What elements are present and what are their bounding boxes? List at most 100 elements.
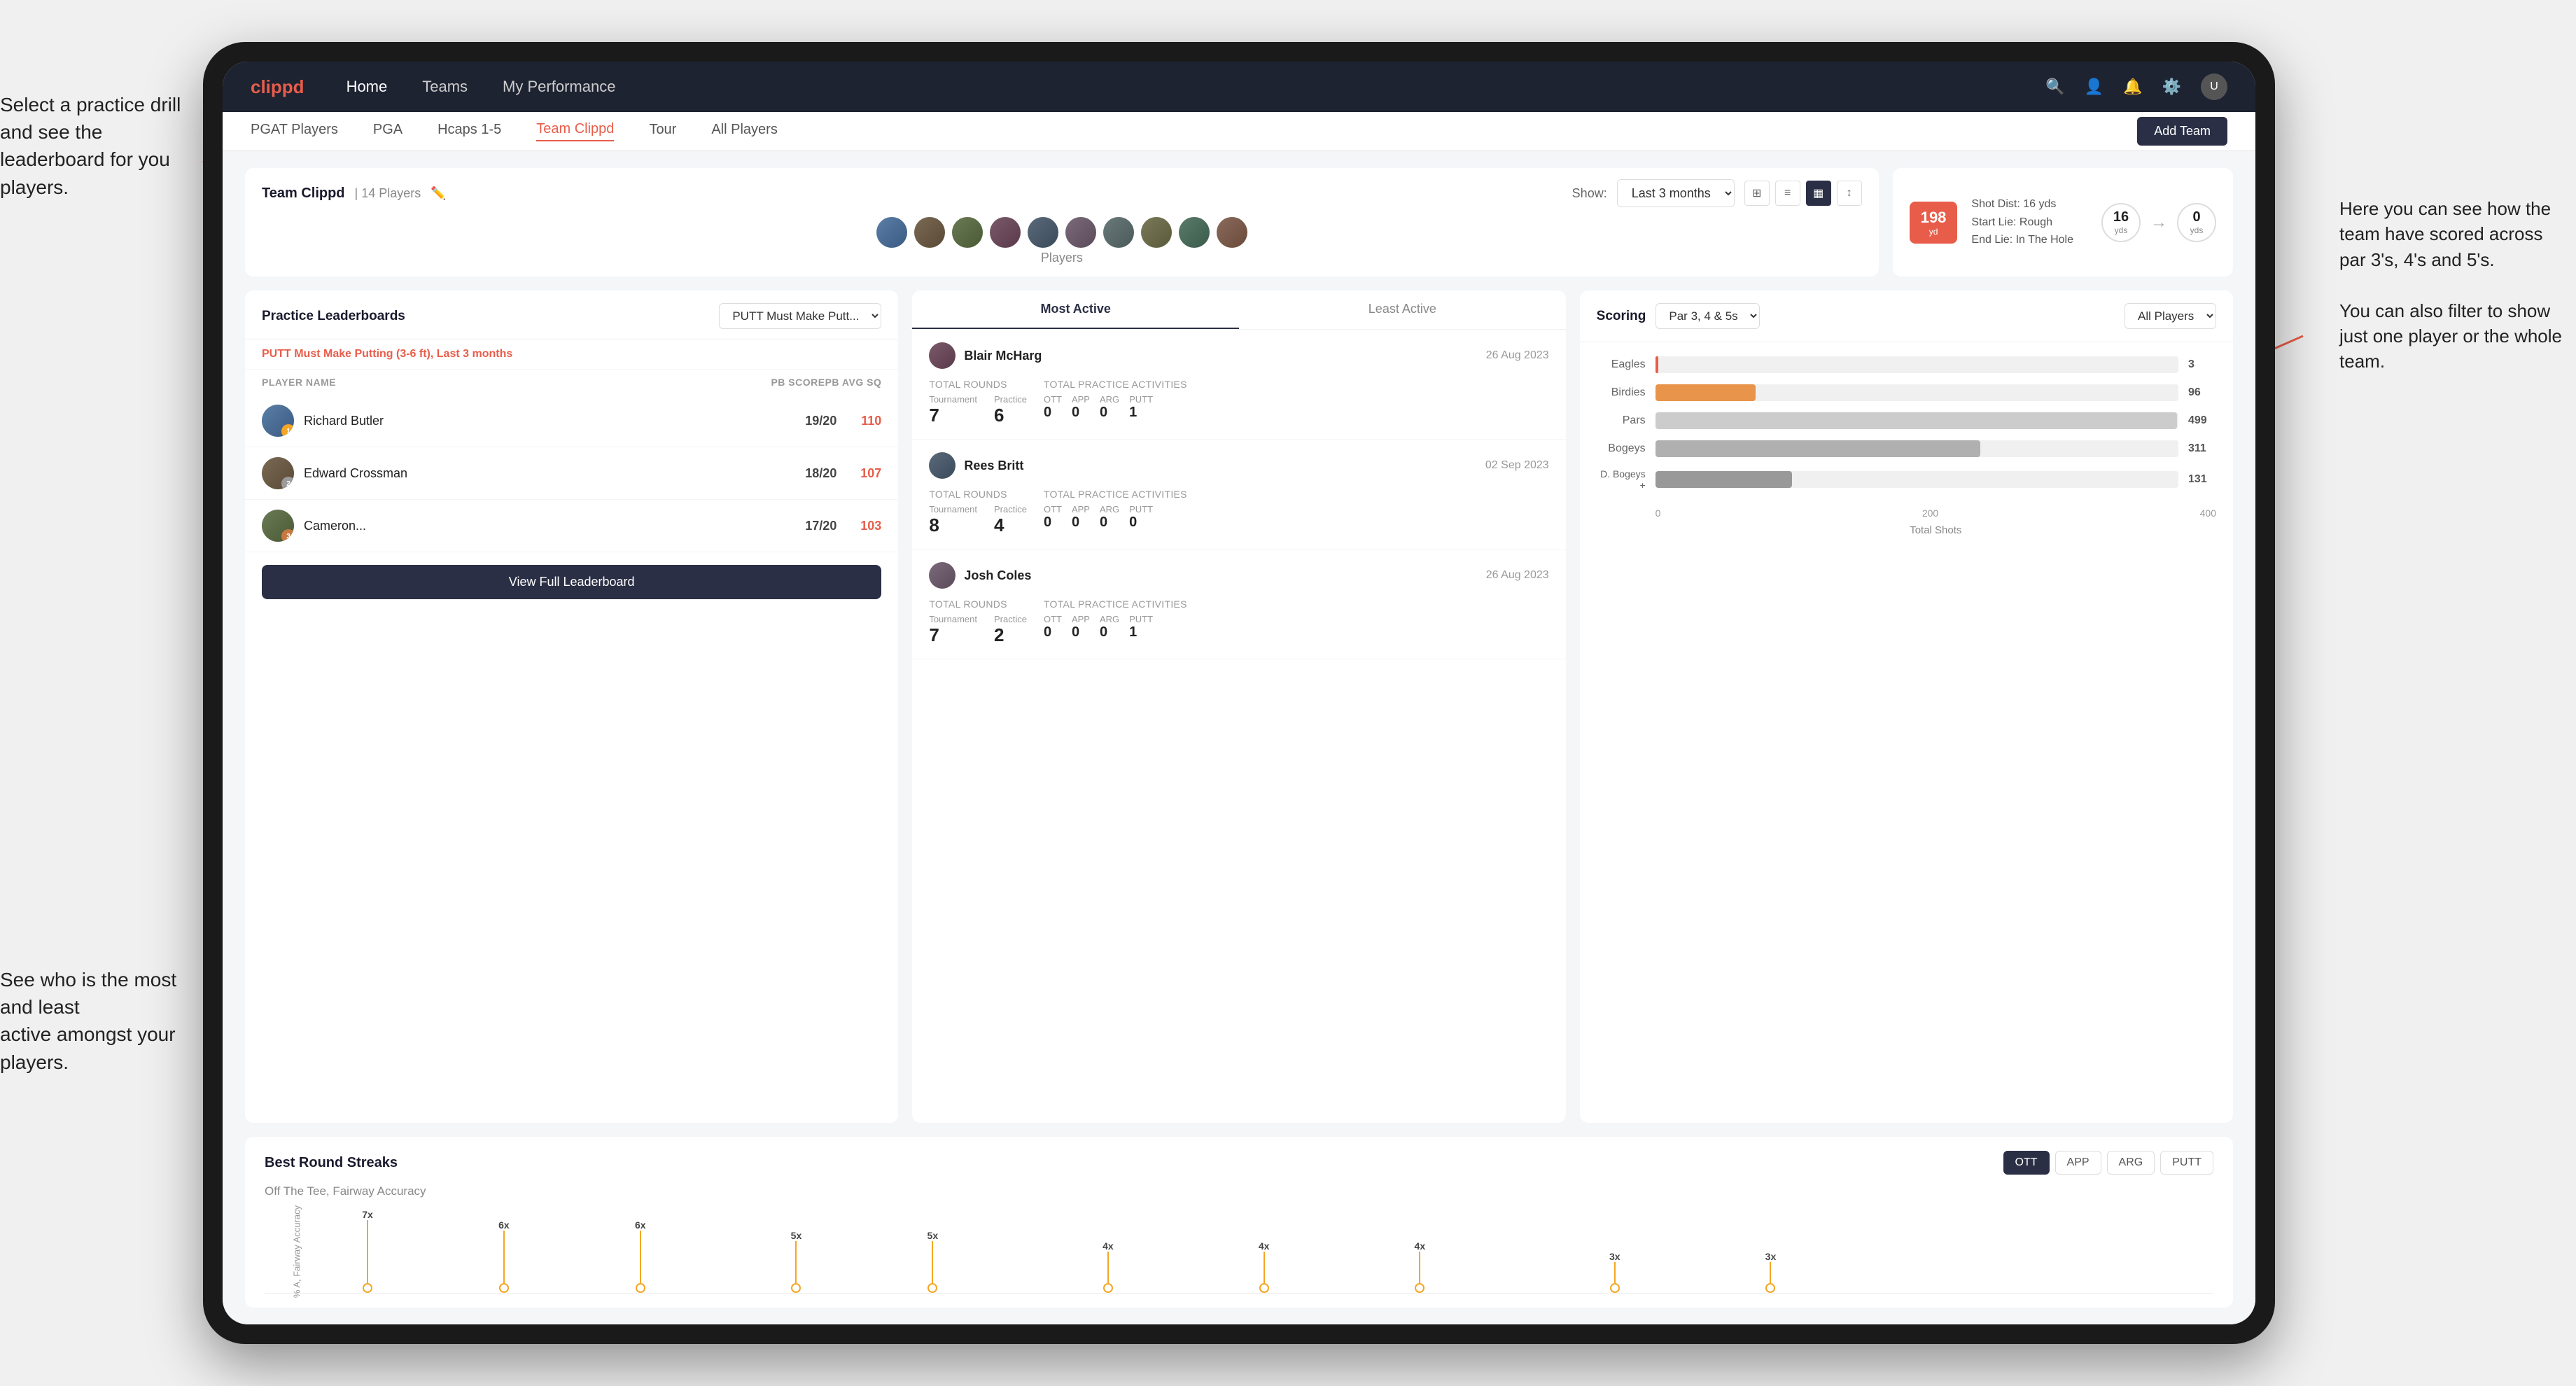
player-avatar-4[interactable] bbox=[990, 217, 1021, 248]
streak-point-3: 6x bbox=[635, 1219, 646, 1293]
rank-badge-2: 2 bbox=[281, 477, 294, 489]
scoring-header: Scoring Par 3, 4 & 5s All Players bbox=[1580, 290, 2233, 342]
annotation-right: Here you can see how theteam have scored… bbox=[2339, 196, 2562, 374]
player-avatar-8[interactable] bbox=[1141, 217, 1172, 248]
annotation-top-left: Select a practice drill and see the lead… bbox=[0, 91, 196, 201]
streaks-header: Best Round Streaks OTT APP ARG PUTT bbox=[265, 1151, 2213, 1175]
player-avatar-6[interactable] bbox=[1065, 217, 1096, 248]
edit-icon[interactable]: ✏️ bbox=[430, 186, 446, 201]
streak-point-10: 3x bbox=[1765, 1251, 1777, 1293]
streak-btn-arg[interactable]: ARG bbox=[2107, 1151, 2155, 1175]
player-act-date-2: 02 Sep 2023 bbox=[1485, 459, 1549, 472]
show-label: Show: bbox=[1572, 186, 1607, 201]
drill-select[interactable]: PUTT Must Make Putt... bbox=[719, 303, 881, 329]
subnav-hcaps[interactable]: Hcaps 1-5 bbox=[438, 122, 501, 141]
tab-most-active[interactable]: Most Active bbox=[912, 290, 1239, 329]
total-rounds-group-3: Total Rounds Tournament 7 Practice 2 bbox=[929, 598, 1027, 646]
lb-table-header: PLAYER NAME PB SCORE PB AVG SQ bbox=[245, 370, 898, 395]
nav-home[interactable]: Home bbox=[346, 78, 388, 96]
list-view-icon[interactable]: ≡ bbox=[1775, 181, 1800, 206]
streak-btn-ott[interactable]: OTT bbox=[2003, 1151, 2050, 1175]
user-avatar[interactable]: U bbox=[2201, 74, 2227, 100]
all-players-filter-select[interactable]: All Players bbox=[2124, 303, 2216, 329]
player-act-avatar-3 bbox=[929, 562, 955, 589]
bar-dbogeys bbox=[1656, 471, 1793, 488]
subnav-pgat[interactable]: PGAT Players bbox=[251, 122, 338, 141]
nav-teams[interactable]: Teams bbox=[422, 78, 468, 96]
practice-leaderboards-card: Practice Leaderboards PUTT Must Make Put… bbox=[245, 290, 898, 1123]
subnav-tour[interactable]: Tour bbox=[649, 122, 676, 141]
nav-performance[interactable]: My Performance bbox=[503, 78, 615, 96]
chart-row-bogeys: Bogeys 311 bbox=[1597, 440, 2216, 457]
subnav-pga[interactable]: PGA bbox=[373, 122, 402, 141]
main-content: Team Clippd | 14 Players ✏️ Show: Last 3… bbox=[223, 151, 2255, 1324]
three-col-grid: Practice Leaderboards PUTT Must Make Put… bbox=[245, 290, 2233, 1123]
player-act-name-3: Josh Coles bbox=[964, 568, 1031, 583]
player-act-name-row-3: Josh Coles bbox=[929, 562, 1031, 589]
scoring-card: Scoring Par 3, 4 & 5s All Players Eagles bbox=[1580, 290, 2233, 1123]
subnav-all-players[interactable]: All Players bbox=[711, 122, 777, 141]
activity-tabs: Most Active Least Active bbox=[912, 290, 1565, 330]
player-avatar-2[interactable] bbox=[914, 217, 945, 248]
streak-point-9: 3x bbox=[1609, 1251, 1620, 1293]
view-icons: ⊞ ≡ ▦ ↕ bbox=[1744, 181, 1862, 206]
lb-avatar-2: 2 bbox=[262, 457, 294, 489]
streak-point-8: 4x bbox=[1415, 1240, 1426, 1293]
scoring-filter-select[interactable]: Par 3, 4 & 5s bbox=[1656, 303, 1760, 329]
shot-circle-divider: → bbox=[2150, 213, 2167, 232]
best-round-streaks-section: Best Round Streaks OTT APP ARG PUTT Off … bbox=[245, 1137, 2233, 1308]
logo: clippd bbox=[251, 76, 304, 98]
lb-row: 1 Richard Butler 19/20 110 bbox=[245, 395, 898, 447]
player-avatar-5[interactable] bbox=[1028, 217, 1058, 248]
streak-btn-app[interactable]: APP bbox=[2055, 1151, 2101, 1175]
search-icon[interactable]: 🔍 bbox=[2045, 78, 2064, 96]
player-act-date-3: 26 Aug 2023 bbox=[1486, 569, 1549, 582]
bar-bogeys bbox=[1656, 440, 1981, 457]
player-act-name-row-1: Blair McHarg bbox=[929, 342, 1042, 369]
rank-badge-1: 1 bbox=[281, 424, 294, 437]
activity-player-1: Blair McHarg 26 Aug 2023 Total Rounds To… bbox=[912, 330, 1565, 440]
bell-icon[interactable]: 🔔 bbox=[2123, 78, 2142, 96]
player-avatar-1[interactable] bbox=[876, 217, 907, 248]
bar-pars bbox=[1656, 412, 2178, 429]
player-avatar-7[interactable] bbox=[1103, 217, 1134, 248]
player-act-header-3: Josh Coles 26 Aug 2023 bbox=[929, 562, 1548, 589]
settings-icon[interactable]: ⚙️ bbox=[2162, 78, 2181, 96]
view-full-leaderboard-button[interactable]: View Full Leaderboard bbox=[262, 565, 881, 599]
total-rounds-group-1: Total Rounds Tournament 7 Practice 6 bbox=[929, 379, 1027, 426]
tab-least-active[interactable]: Least Active bbox=[1239, 290, 1566, 329]
chart-row-pars: Pars 499 bbox=[1597, 412, 2216, 429]
subnav-team-clippd[interactable]: Team Clippd bbox=[536, 121, 614, 141]
period-select[interactable]: Last 3 months Last 6 months Last year bbox=[1617, 179, 1735, 207]
player-act-header-2: Rees Britt 02 Sep 2023 bbox=[929, 452, 1548, 479]
chart-x-label: Total Shots bbox=[1597, 524, 2216, 536]
lb-name-3: Cameron... bbox=[304, 519, 785, 533]
team-count: | 14 Players bbox=[355, 186, 421, 201]
activity-player-3: Josh Coles 26 Aug 2023 Total Rounds Tour… bbox=[912, 550, 1565, 659]
player-act-name-row-2: Rees Britt bbox=[929, 452, 1023, 479]
lb-row: 2 Edward Crossman 18/20 107 bbox=[245, 447, 898, 500]
lb-name-2: Edward Crossman bbox=[304, 466, 785, 481]
shot-card: 198 yd Shot Dist: 16 yds Start Lie: Roug… bbox=[1893, 168, 2233, 276]
streaks-subtitle: Off The Tee, Fairway Accuracy bbox=[265, 1184, 2213, 1198]
player-avatar-9[interactable] bbox=[1179, 217, 1210, 248]
player-act-avatar-1 bbox=[929, 342, 955, 369]
activity-card: Most Active Least Active Blair McHarg 26… bbox=[912, 290, 1565, 1123]
player-avatar-3[interactable] bbox=[952, 217, 983, 248]
grid-view-icon[interactable]: ⊞ bbox=[1744, 181, 1770, 206]
streak-btn-putt[interactable]: PUTT bbox=[2160, 1151, 2213, 1175]
chart-view-icon[interactable]: ↕ bbox=[1837, 181, 1862, 206]
lb-avatar-3: 3 bbox=[262, 510, 294, 542]
lb-avg-1: 110 bbox=[846, 414, 881, 428]
lb-name-1: Richard Butler bbox=[304, 414, 785, 428]
shot-distance-badge: 198 yd bbox=[1910, 202, 1958, 244]
scoring-title: Scoring bbox=[1597, 309, 1646, 324]
scoring-chart: Eagles 3 Birdies 96 bbox=[1580, 342, 2233, 550]
card-view-icon[interactable]: ▦ bbox=[1806, 181, 1831, 206]
nav-links: Home Teams My Performance bbox=[346, 78, 2046, 96]
lb-avatar-1: 1 bbox=[262, 405, 294, 437]
person-icon[interactable]: 👤 bbox=[2085, 78, 2104, 96]
player-avatar-10[interactable] bbox=[1217, 217, 1247, 248]
add-team-button[interactable]: Add Team bbox=[2137, 117, 2227, 146]
main-nav: clippd Home Teams My Performance 🔍 👤 🔔 ⚙… bbox=[223, 62, 2255, 112]
